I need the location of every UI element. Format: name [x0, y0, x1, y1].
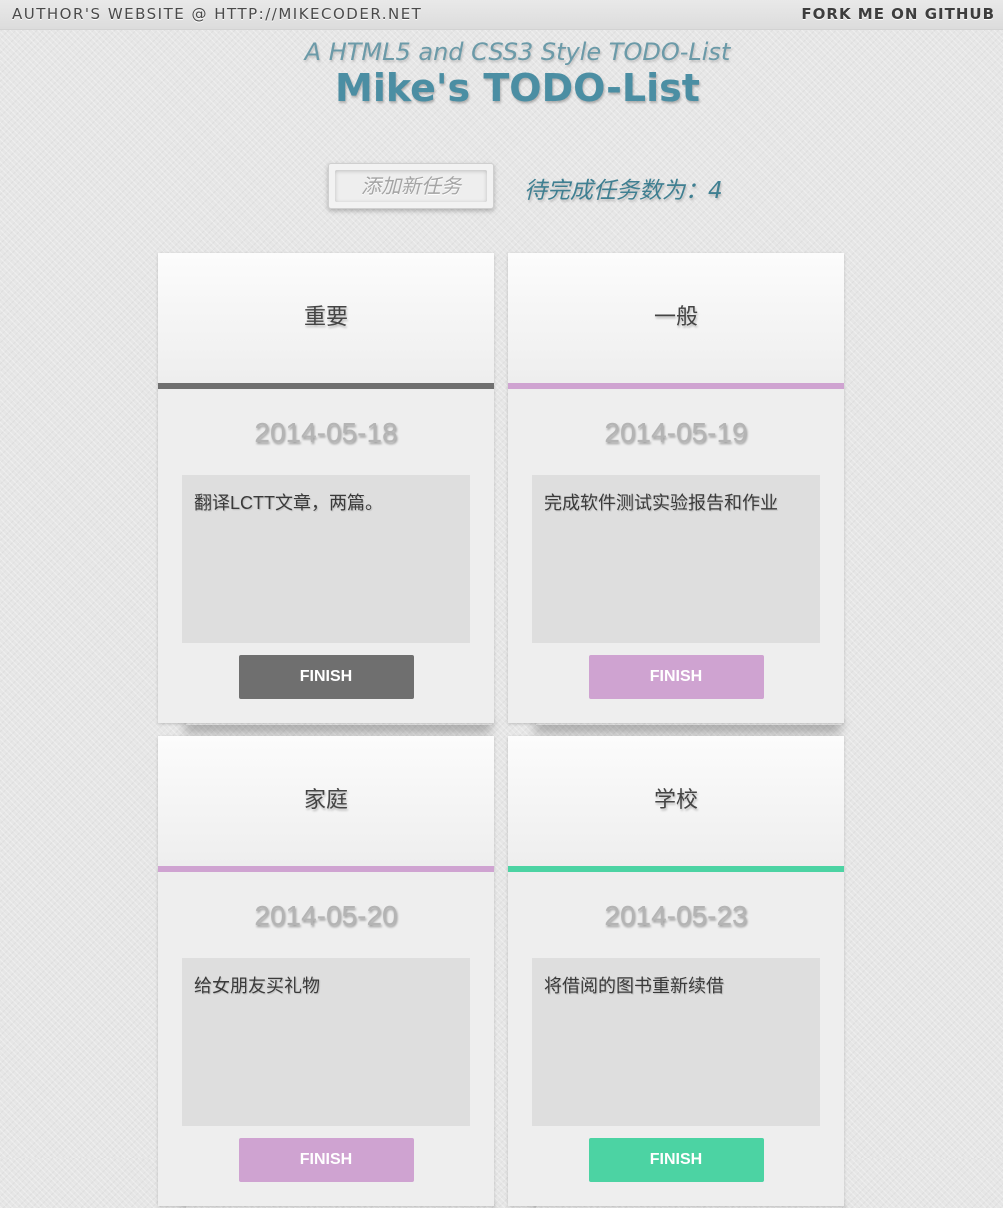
finish-button[interactable]: FINISH: [238, 1138, 414, 1182]
top-bar: AUTHOR'S WEBSITE @ HTTP://MIKECODER.NET …: [0, 0, 1003, 30]
task-content[interactable]: 完成软件测试实验报告和作业: [532, 475, 820, 643]
finish-button[interactable]: FINISH: [588, 1138, 764, 1182]
zigzag-edge: [508, 869, 844, 875]
task-date: 2014-05-18: [254, 417, 398, 448]
task-card: 学校 2014-05-23 将借阅的图书重新续借 FINISH: [508, 736, 844, 1206]
task-card: 重要 2014-05-18 翻译LCTT文章，两篇。 FINISH: [158, 253, 494, 723]
fork-on-github-link[interactable]: FORK ME ON GITHUB: [801, 5, 995, 23]
category-color-strip: [158, 383, 494, 392]
page-subtitle: A HTML5 and CSS3 Style TODO-List: [304, 38, 731, 66]
task-card: 家庭 2014-05-20 给女朋友买礼物 FINISH: [158, 736, 494, 1206]
task-content[interactable]: 给女朋友买礼物: [182, 958, 470, 1126]
category-color-strip: [508, 383, 844, 392]
finish-button[interactable]: FINISH: [238, 655, 414, 699]
task-category: 一般: [508, 253, 844, 383]
finish-button[interactable]: FINISH: [588, 655, 764, 699]
zigzag-edge: [158, 869, 494, 875]
task-category: 家庭: [158, 736, 494, 866]
task-date: 2014-05-20: [254, 900, 398, 931]
zigzag-edge: [158, 386, 494, 392]
zigzag-edge: [508, 386, 844, 392]
task-category: 重要: [158, 253, 494, 383]
pending-task-counter: 待完成任务数为：4: [524, 178, 723, 204]
task-content[interactable]: 翻译LCTT文章，两篇。: [182, 475, 470, 643]
task-category: 学校: [508, 736, 844, 866]
task-card: 一般 2014-05-19 完成软件测试实验报告和作业 FINISH: [508, 253, 844, 723]
author-website-link[interactable]: AUTHOR'S WEBSITE @ HTTP://MIKECODER.NET: [12, 5, 422, 23]
category-color-strip: [158, 866, 494, 875]
add-task-button[interactable]: 添加新任务: [328, 163, 494, 209]
task-date: 2014-05-19: [604, 417, 748, 448]
add-task-button-label: 添加新任务: [335, 170, 487, 202]
task-date: 2014-05-23: [604, 900, 748, 931]
category-color-strip: [508, 866, 844, 875]
page-title: Mike's TODO-List: [335, 66, 700, 110]
task-content[interactable]: 将借阅的图书重新续借: [532, 958, 820, 1126]
